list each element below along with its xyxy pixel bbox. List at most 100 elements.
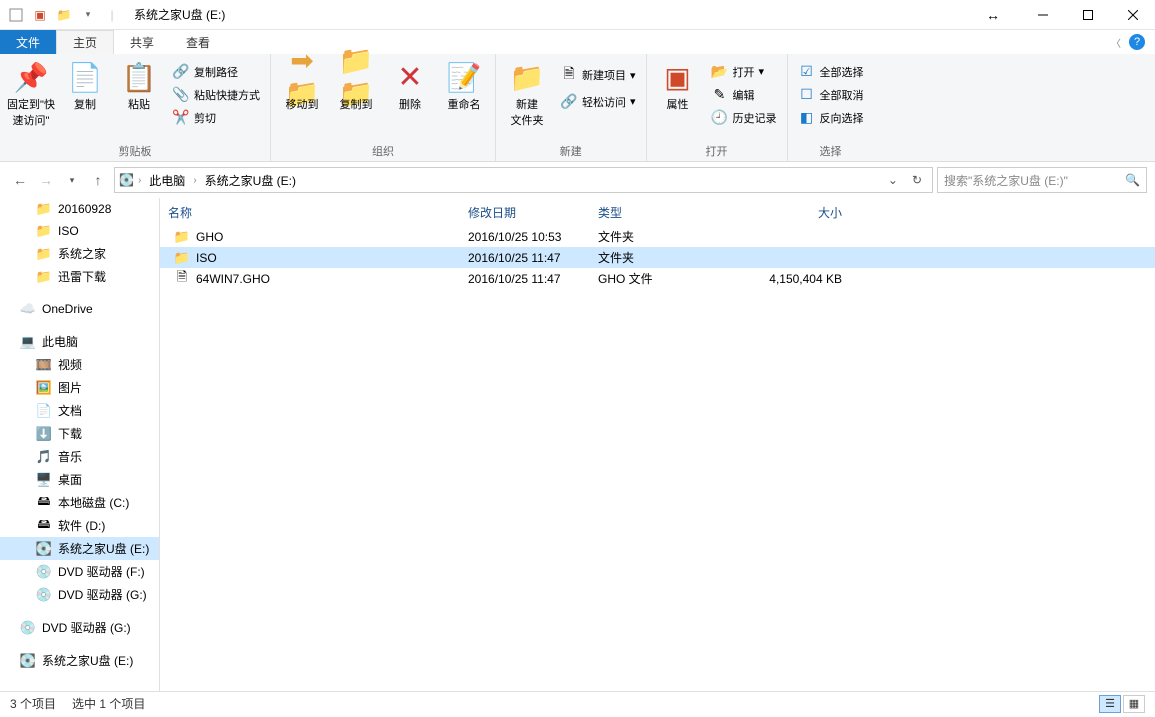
undock-icon[interactable]: ↔ [966,7,1020,23]
column-size[interactable]: 大小 [720,204,850,221]
file-type: 文件夹 [590,228,720,245]
tree-item[interactable]: 💻此电脑 [0,330,159,353]
main-area: 📁20160928📁ISO📁系统之家📁迅雷下载 ☁️ OneDrive 💻此电脑🎞️视… [0,198,1155,691]
navigation-tree[interactable]: 📁20160928📁ISO📁系统之家📁迅雷下载 ☁️ OneDrive 💻此电脑🎞️视… [0,198,160,691]
tree-item-label: 此电脑 [42,333,78,350]
tree-item[interactable]: 🖴软件 (D:) [0,514,159,537]
refresh-button[interactable]: ↻ [906,173,928,187]
chevron-right-icon[interactable]: › [193,175,196,186]
forward-button[interactable]: → [34,168,58,192]
search-icon[interactable]: 🔍 [1125,173,1140,187]
up-button[interactable]: ↑ [86,168,110,192]
tree-item[interactable]: 🖼️图片 [0,376,159,399]
move-to-button[interactable]: ➡📁移动到 [277,56,327,112]
back-button[interactable]: ← [8,168,32,192]
rename-button[interactable]: 📝重命名 [439,56,489,112]
new-item-button[interactable]: 🗎新建项目 ▾ [556,62,640,88]
tree-item[interactable]: 🖴本地磁盘 (C:) [0,491,159,514]
tree-item[interactable]: 💽系统之家U盘 (E:) [0,649,159,672]
tab-share[interactable]: 共享 [114,30,170,54]
ribbon-group-organize: ➡📁移动到 📁📁复制到 ✕删除 📝重命名 组织 [271,54,496,161]
recent-locations-button[interactable]: ▾ [60,168,84,192]
tree-item[interactable]: 💿DVD 驱动器 (G:) [0,583,159,606]
tree-item-label: OneDrive [42,302,93,316]
tree-item[interactable]: 💿DVD 驱动器 (F:) [0,560,159,583]
close-button[interactable] [1110,0,1155,30]
chevron-right-icon[interactable]: › [138,175,141,186]
file-type: 文件夹 [590,249,720,266]
tree-item[interactable]: 📁系统之家 [0,242,159,265]
properties-button[interactable]: ▣属性 [653,56,703,112]
copy-to-button[interactable]: 📁📁复制到 [331,56,381,112]
new-folder-button[interactable]: 📁新建 文件夹 [502,56,552,128]
delete-button[interactable]: ✕删除 [385,56,435,112]
crumb-current[interactable]: 系统之家U盘 (E:) [201,172,300,189]
move-to-icon: ➡📁 [277,60,327,94]
column-name[interactable]: 名称 [160,204,460,221]
cut-button[interactable]: ✂️剪切 [168,108,264,127]
ribbon-tabs: 文件 主页 共享 查看 〈 ? [0,30,1155,54]
file-type: GHO 文件 [590,270,720,287]
easy-access-button[interactable]: 🔗轻松访问 ▾ [556,92,640,111]
details-view-button[interactable]: ☰ [1099,695,1121,713]
paste-shortcut-button[interactable]: 📎粘贴快捷方式 [168,85,264,104]
large-icons-view-button[interactable]: ▦ [1123,695,1145,713]
properties-icon: ▣ [664,60,690,94]
tree-item-label: 系统之家U盘 (E:) [42,652,133,669]
tree-item[interactable]: ⬇️ 下载 [0,422,159,445]
select-all-button[interactable]: ☑全部选择 [794,62,868,81]
properties-quick-icon[interactable]: ▣ [28,3,52,27]
tree-item-label: DVD 驱动器 (G:) [42,619,131,636]
breadcrumb-dropdown-icon[interactable]: ⌄ [884,173,902,187]
down-icon: ⬇️ [36,426,52,442]
collapse-ribbon-icon[interactable]: 〈 [1111,35,1121,50]
pin-to-quick-access-button[interactable]: 📌 固定到"快 速访问" [6,56,56,128]
tab-file[interactable]: 文件 [0,30,56,54]
crumb-this-pc[interactable]: 此电脑 [145,172,189,189]
tree-item[interactable]: 📁20160928 [0,198,159,220]
tree-item[interactable]: 📁迅雷下载 [0,265,159,288]
copy-path-button[interactable]: 🔗复制路径 [168,62,264,81]
tree-item[interactable]: 📄文档 [0,399,159,422]
tree-item[interactable]: 📁ISO [0,220,159,242]
tree-item[interactable]: 🎵音乐 [0,445,159,468]
edit-button[interactable]: ✎编辑 [707,85,781,104]
maximize-button[interactable] [1065,0,1110,30]
tree-item[interactable]: ☁️ OneDrive [0,298,159,320]
tree-item[interactable]: 💽系统之家U盘 (E:) [0,537,159,560]
history-icon: 🕘 [711,109,729,126]
search-input[interactable]: 搜索"系统之家U盘 (E:)" 🔍 [937,167,1147,193]
desk-icon: 🖥️ [36,472,52,488]
pin-icon: 📌 [14,60,49,94]
new-window-icon[interactable] [4,3,28,27]
folder-icon: 📁 [36,201,52,217]
select-none-button[interactable]: ☐全部取消 [794,85,868,104]
window-title: 系统之家U盘 (E:) [128,6,231,23]
file-row[interactable]: 📁GHO2016/10/25 10:53文件夹 [160,226,1155,247]
drive-icon: 💽 [119,173,134,187]
minimize-button[interactable] [1020,0,1065,30]
file-row[interactable]: 📁ISO2016/10/25 11:47文件夹 [160,247,1155,268]
tree-item[interactable]: 🖥️ 桌面 [0,468,159,491]
quick-dropdown-icon[interactable]: ▾ [76,3,100,27]
tree-item[interactable]: 🎞️视频 [0,353,159,376]
history-button[interactable]: 🕘历史记录 [707,108,781,127]
file-row[interactable]: 🗎64WIN7.GHO2016/10/25 11:47GHO 文件4,150,4… [160,268,1155,289]
invert-selection-button[interactable]: ◧反向选择 [794,108,868,127]
tree-item[interactable]: 💿DVD 驱动器 (G:) [0,616,159,639]
paste-button[interactable]: 📋 粘贴 [114,56,164,112]
breadcrumb[interactable]: 💽 › 此电脑 › 系统之家U盘 (E:) ⌄ ↻ [114,167,933,193]
tab-home[interactable]: 主页 [56,30,114,54]
column-date[interactable]: 修改日期 [460,204,590,221]
tree-item-label: 下载 [58,425,82,442]
tab-view[interactable]: 查看 [170,30,226,54]
column-type[interactable]: 类型 [590,204,720,221]
copy-button[interactable]: 📄 复制 [60,56,110,112]
open-button[interactable]: 📂打开 ▾ [707,62,781,81]
cloud-icon: ☁️ [20,301,36,317]
cut-icon: ✂️ [172,109,190,126]
tree-item-label: 软件 (D:) [58,517,105,534]
tree-item-label: 桌面 [58,471,82,488]
help-icon[interactable]: ? [1129,34,1145,50]
folder-quick-icon[interactable]: 📁 [52,3,76,27]
